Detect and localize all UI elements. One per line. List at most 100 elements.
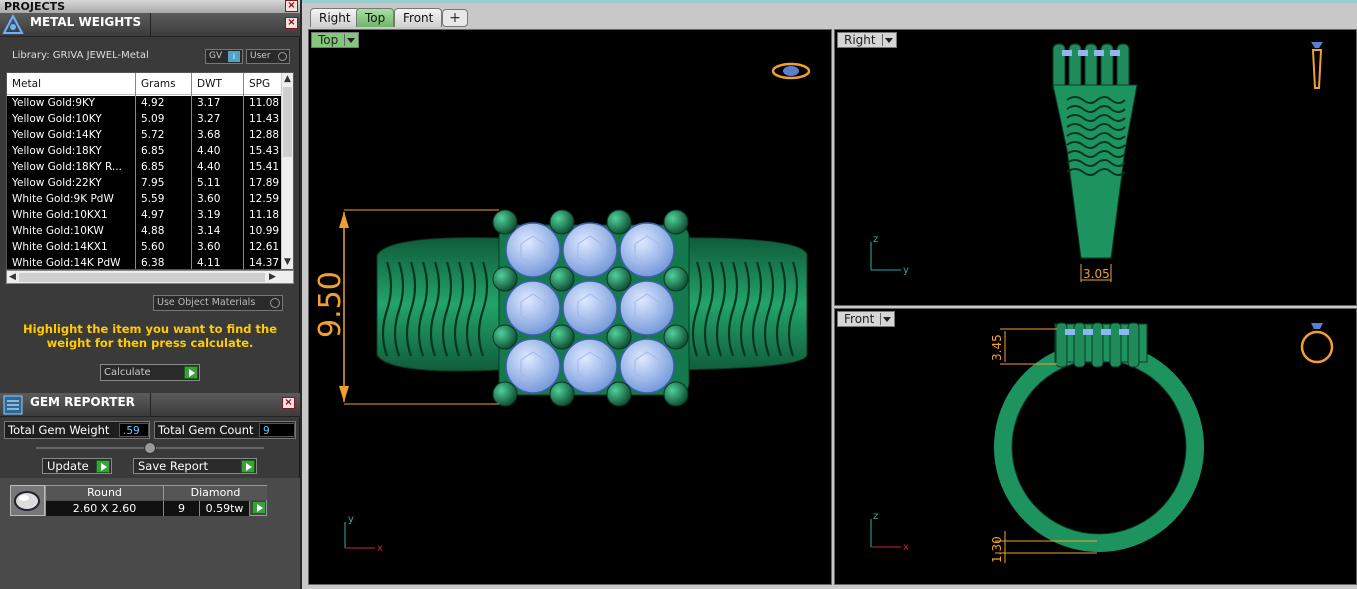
axis-x-label: x <box>377 543 383 554</box>
scroll-right-icon[interactable]: ▶ <box>269 272 276 282</box>
update-button[interactable]: Update <box>42 458 112 474</box>
hint-text: Highlight the item you want to find the … <box>23 322 277 350</box>
scroll-thumb[interactable] <box>283 87 292 157</box>
table-horizontal-scrollbar[interactable]: ◀ ▶ <box>6 270 294 284</box>
table-row[interactable]: White Gold:9K PdW 5.59 3.60 12.59 <box>7 192 283 208</box>
table-row[interactable]: Yellow Gold:22KY 7.95 5.11 17.89 <box>7 176 283 192</box>
table-cell: 11.43 <box>249 113 280 125</box>
viewport-label-text: Right <box>844 33 876 47</box>
prong <box>549 209 575 235</box>
view-area: Right Top Front + 9.50 x y Top 3.05 y z Righ… <box>302 0 1357 589</box>
gem-reporter-close-icon[interactable]: × <box>282 397 295 409</box>
gem-stone <box>1119 329 1129 335</box>
table-cell: White Gold:14K PdW <box>12 257 121 269</box>
column-header[interactable]: DWT <box>197 78 243 90</box>
ring-orientation-icon <box>1300 330 1334 364</box>
dimension-label: 3.05 <box>1083 267 1110 281</box>
calculate-button[interactable]: Calculate <box>100 364 200 381</box>
save-report-button[interactable]: Save Report <box>133 458 257 474</box>
gem-stone <box>1062 50 1072 56</box>
tab-front[interactable]: Front <box>394 8 443 27</box>
viewport-front-label[interactable]: Front <box>837 311 896 327</box>
play-icon[interactable] <box>252 501 266 514</box>
projects-close-icon[interactable]: × <box>285 0 298 12</box>
table-vertical-scrollbar[interactable]: ▲ ▼ <box>281 73 293 269</box>
gem-row[interactable]: Round Diamond 2.60 X 2.60 9 0.59tw <box>45 485 267 516</box>
metal-weights-close-icon[interactable]: × <box>285 17 298 29</box>
tab-right[interactable]: Right <box>310 8 360 27</box>
table-cell: 3.60 <box>197 241 221 253</box>
radio-icon <box>278 52 287 61</box>
axis-y-label: y <box>348 514 354 525</box>
ring-band <box>994 342 1204 552</box>
table-cell: 12.88 <box>249 129 280 141</box>
table-cell: 11.18 <box>249 209 280 221</box>
add-tab-icon[interactable]: + <box>442 9 468 27</box>
column-header[interactable]: Metal <box>12 78 135 90</box>
viewport-front[interactable]: 3.45 1.30 x z Front <box>834 308 1357 585</box>
gem-shape: Round <box>46 486 164 500</box>
play-icon <box>241 460 255 473</box>
scroll-thumb[interactable] <box>19 273 265 282</box>
table-cell: 14.37 <box>249 257 280 269</box>
table-row[interactable]: White Gold:10KW 4.88 3.14 10.99 <box>7 224 283 240</box>
gem-stone <box>562 280 618 336</box>
dimension-arrow <box>339 212 349 228</box>
save-report-label: Save Report <box>138 459 209 473</box>
slider-handle[interactable] <box>144 442 156 454</box>
gv-toggle[interactable]: GV i <box>205 49 243 64</box>
scroll-down-icon[interactable]: ▼ <box>284 257 291 267</box>
tab-top[interactable]: Top <box>356 8 395 27</box>
chevron-down-icon[interactable] <box>344 34 356 46</box>
gem-stone <box>1101 329 1111 335</box>
table-row[interactable]: Yellow Gold:18KY 6.85 4.40 15.43 <box>7 144 283 160</box>
use-object-materials-toggle[interactable]: Use Object Materials <box>153 295 283 311</box>
table-cell: 4.92 <box>141 97 165 109</box>
table-cell: 15.43 <box>249 145 280 157</box>
total-gem-count-label: Total Gem Count <box>158 423 254 437</box>
table-cell: Yellow Gold:10KY <box>12 113 102 125</box>
table-cell: 6.38 <box>141 257 165 269</box>
table-row[interactable]: Yellow Gold:9KY 4.92 3.17 11.08 <box>7 96 283 112</box>
table-cell: White Gold:10KW <box>12 225 104 237</box>
table-row[interactable]: White Gold:10KX1 4.97 3.19 11.18 <box>7 208 283 224</box>
prong <box>492 381 518 407</box>
viewport-right-label[interactable]: Right <box>837 32 897 48</box>
scroll-up-icon[interactable]: ▲ <box>284 74 291 84</box>
viewport-right[interactable]: 3.05 y z Right <box>834 29 1357 306</box>
library-label: Library: GRIVA JEWEL-Metal <box>12 50 149 61</box>
table-cell: 4.97 <box>141 209 165 221</box>
prong <box>492 266 518 292</box>
prong <box>606 266 632 292</box>
user-toggle[interactable]: User <box>246 49 290 64</box>
metal-weights-title: METAL WEIGHTS <box>30 15 142 29</box>
table-cell: 15.41 <box>249 161 280 173</box>
table-row[interactable]: Yellow Gold:18KY R... 6.85 4.40 15.41 <box>7 160 283 176</box>
viewport-top-label[interactable]: Top <box>311 32 360 48</box>
column-header[interactable]: Grams <box>141 78 191 90</box>
gem-reporter-header: GEM REPORTER <box>0 393 300 417</box>
table-header: Metal Grams DWT SPG <box>7 73 283 95</box>
gem-stone <box>505 280 561 336</box>
chevron-down-icon[interactable] <box>881 34 894 46</box>
table-row[interactable]: White Gold:14KX1 5.60 3.60 12.61 <box>7 240 283 256</box>
table-cell: White Gold:14KX1 <box>12 241 108 253</box>
chevron-down-icon[interactable] <box>880 313 892 325</box>
table-cell: 10.99 <box>249 225 280 237</box>
gem-stone <box>562 222 618 278</box>
column-header[interactable]: SPG <box>249 78 283 90</box>
table-cell: Yellow Gold:18KY <box>12 145 102 157</box>
table-row[interactable]: Yellow Gold:10KY 5.09 3.27 11.43 <box>7 112 283 128</box>
gv-label: GV <box>209 51 223 61</box>
table-row[interactable]: White Gold:14K PdW 6.38 4.11 14.37 <box>7 256 283 269</box>
table-cell: 3.27 <box>197 113 221 125</box>
table-cell: 3.60 <box>197 193 221 205</box>
table-row[interactable]: Yellow Gold:14KY 5.72 3.68 12.88 <box>7 128 283 144</box>
table-cell: Yellow Gold:22KY <box>12 177 102 189</box>
table-cell: 4.88 <box>141 225 165 237</box>
ring-orientation-icon <box>1311 323 1323 329</box>
viewport-top[interactable]: 9.50 x y Top <box>308 29 832 585</box>
round-gem-icon <box>10 485 45 516</box>
user-label: User <box>250 51 271 61</box>
scroll-left-icon[interactable]: ◀ <box>9 272 16 282</box>
